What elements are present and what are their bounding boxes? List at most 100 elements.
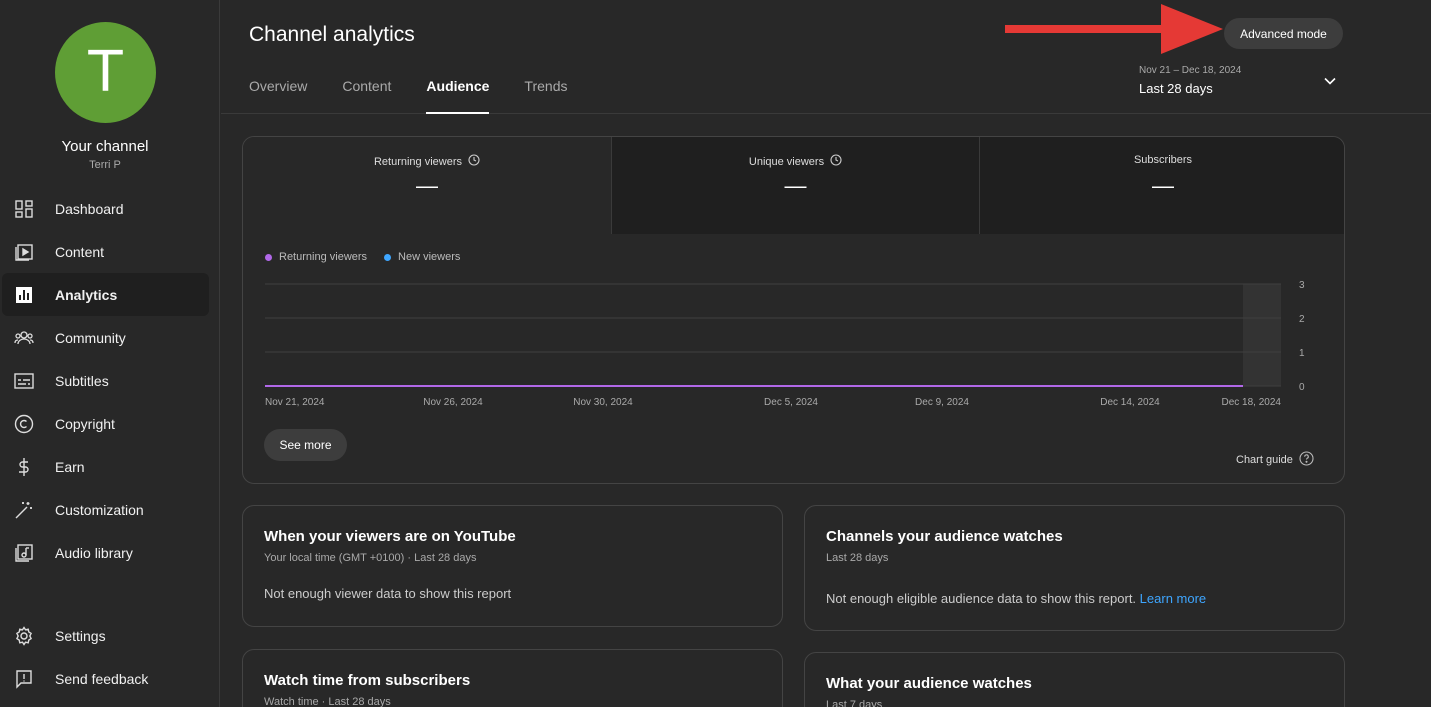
app-root: T Your channel Terri P Dashboard Content… <box>0 0 1431 707</box>
sidebar: T Your channel Terri P Dashboard Content… <box>0 0 220 707</box>
sidebar-item-content[interactable]: Content <box>2 230 209 273</box>
legend-label: New viewers <box>398 251 461 263</box>
report-title: What your audience watches <box>826 675 1032 692</box>
tab-trends[interactable]: Trends <box>524 78 567 114</box>
report-subtitle: Last 28 days <box>826 552 889 564</box>
report-title: Channels your audience watches <box>826 528 1063 545</box>
report-card-what-audience-watches: What your audience watches Last 7 days <box>804 652 1345 707</box>
y-tick-label: 0 <box>1299 382 1305 393</box>
report-card-channels-audience-watches: Channels your audience watches Last 28 d… <box>804 505 1345 631</box>
legend-dot <box>384 253 392 261</box>
sidebar-item-label: Copyright <box>55 415 115 432</box>
metric-value: — <box>784 173 807 198</box>
x-tick-label: Nov 26, 2024 <box>423 397 483 408</box>
sidebar-item-audio-library[interactable]: Audio library <box>2 531 209 574</box>
copyright-icon <box>14 414 34 434</box>
sidebar-item-label: Earn <box>55 458 85 475</box>
report-card-watch-time-subscribers: Watch time from subscribers Watch time ·… <box>242 649 783 707</box>
tab-bar: Overview Content Audience Trends <box>249 78 602 114</box>
page-header: Channel analytics Overview Content Audie… <box>221 0 1431 114</box>
report-card-when-viewers: When your viewers are on YouTube Your lo… <box>242 505 783 627</box>
community-icon <box>14 328 34 348</box>
sidebar-item-label: Send feedback <box>55 670 149 687</box>
metric-value: — <box>1152 173 1174 198</box>
sidebar-item-label: Analytics <box>55 286 118 303</box>
chevron-down-icon[interactable] <box>1323 74 1337 93</box>
channel-owner: Terri P <box>89 159 121 171</box>
channel-name: Your channel <box>61 138 149 155</box>
metric-value: — <box>416 173 438 198</box>
report-message-text: Not enough eligible audience data to sho… <box>826 591 1137 606</box>
x-tick-label: Dec 9, 2024 <box>915 397 969 408</box>
help-icon <box>1299 451 1314 469</box>
legend-item: Returning viewers <box>265 251 367 263</box>
see-more-button[interactable]: See more <box>264 429 347 461</box>
metric-label: Unique viewers <box>748 155 825 168</box>
x-tick-label: Nov 21, 2024 <box>265 397 325 408</box>
y-tick-label: 3 <box>1299 280 1305 291</box>
settings-icon <box>14 625 34 646</box>
tab-audience[interactable]: Audience <box>426 78 490 114</box>
metric-returning-viewers[interactable]: Returning viewers — <box>243 137 611 234</box>
avatar[interactable]: T <box>55 22 156 123</box>
audio-library-icon <box>14 543 34 563</box>
tab-overview[interactable]: Overview <box>249 78 307 114</box>
sidebar-item-label: Subtitles <box>55 372 109 389</box>
subtitles-icon <box>14 371 34 391</box>
clock-info-icon[interactable] <box>468 154 480 169</box>
metric-label: Subscribers <box>1133 154 1193 166</box>
date-range-text: Nov 21 – Dec 18, 2024 <box>1139 65 1242 76</box>
partial-period-shade <box>1243 284 1281 386</box>
sidebar-item-label: Audio library <box>55 544 133 561</box>
report-title: When your viewers are on YouTube <box>264 528 516 545</box>
report-title: Watch time from subscribers <box>264 672 471 689</box>
audience-metrics-card: Returning viewers — Unique viewers — Sub… <box>242 136 1345 484</box>
legend-label: Returning viewers <box>279 251 368 263</box>
learn-more-link[interactable]: Learn more <box>1140 591 1206 606</box>
chart-guide-label: Chart guide <box>1236 454 1293 466</box>
sidebar-item-label: Community <box>55 329 126 346</box>
earn-icon <box>14 457 34 477</box>
x-tick-label: Nov 30, 2024 <box>573 397 633 408</box>
sidebar-item-label: Customization <box>55 501 144 518</box>
content-icon <box>14 242 34 262</box>
clock-info-icon[interactable] <box>830 154 842 169</box>
sidebar-item-community[interactable]: Community <box>2 316 209 359</box>
report-message: Not enough viewer data to show this repo… <box>264 586 512 601</box>
y-tick-label: 2 <box>1299 314 1305 325</box>
report-subtitle: Last 7 days <box>826 699 883 707</box>
report-subtitle: Your local time (GMT +0100) · Last 28 da… <box>264 552 477 564</box>
y-tick-label: 1 <box>1299 348 1305 359</box>
avatar-letter: T <box>88 40 123 105</box>
x-tick-label: Dec 14, 2024 <box>1100 397 1160 408</box>
sidebar-item-copyright[interactable]: Copyright <box>2 402 209 445</box>
metric-unique-viewers[interactable]: Unique viewers — <box>611 137 979 234</box>
metric-label: Returning viewers <box>373 155 463 168</box>
sidebar-item-send-feedback[interactable]: Send feedback <box>2 657 209 700</box>
advanced-mode-button[interactable]: Advanced mode <box>1224 18 1343 49</box>
sidebar-item-dashboard[interactable]: Dashboard <box>2 187 209 230</box>
sidebar-item-subtitles[interactable]: Subtitles <box>2 359 209 402</box>
sidebar-item-label: Dashboard <box>55 200 124 217</box>
tab-content[interactable]: Content <box>342 78 391 114</box>
customization-icon <box>14 500 34 520</box>
sidebar-item-label: Content <box>55 243 105 260</box>
metric-subscribers[interactable]: Subscribers — <box>979 137 1344 234</box>
analytics-icon <box>14 285 34 305</box>
page-title: Channel analytics <box>249 23 415 46</box>
sidebar-item-customization[interactable]: Customization <box>2 488 209 531</box>
report-subtitle: Watch time · Last 28 days <box>264 696 391 707</box>
red-arrow-annotation <box>1005 4 1223 54</box>
feedback-icon <box>14 669 34 689</box>
sidebar-item-earn[interactable]: Earn <box>2 445 209 488</box>
x-tick-label: Dec 18, 2024 <box>1222 397 1282 408</box>
date-range-label[interactable]: Last 28 days <box>1139 81 1213 96</box>
legend-dot <box>265 253 272 261</box>
sidebar-item-settings[interactable]: Settings <box>2 614 209 657</box>
sidebar-item-analytics[interactable]: Analytics <box>2 273 209 316</box>
sidebar-item-label: Settings <box>55 627 106 644</box>
report-message: Not enough eligible audience data to sho… <box>826 591 1206 606</box>
audience-line-chart: 0 1 2 3 Nov 21, 2024 Nov 26, 2024 Nov 30, 2024… <box>265 280 1305 408</box>
x-tick-label: Dec 5, 2024 <box>764 397 818 408</box>
chart-guide-link[interactable]: Chart guide <box>1236 451 1314 469</box>
